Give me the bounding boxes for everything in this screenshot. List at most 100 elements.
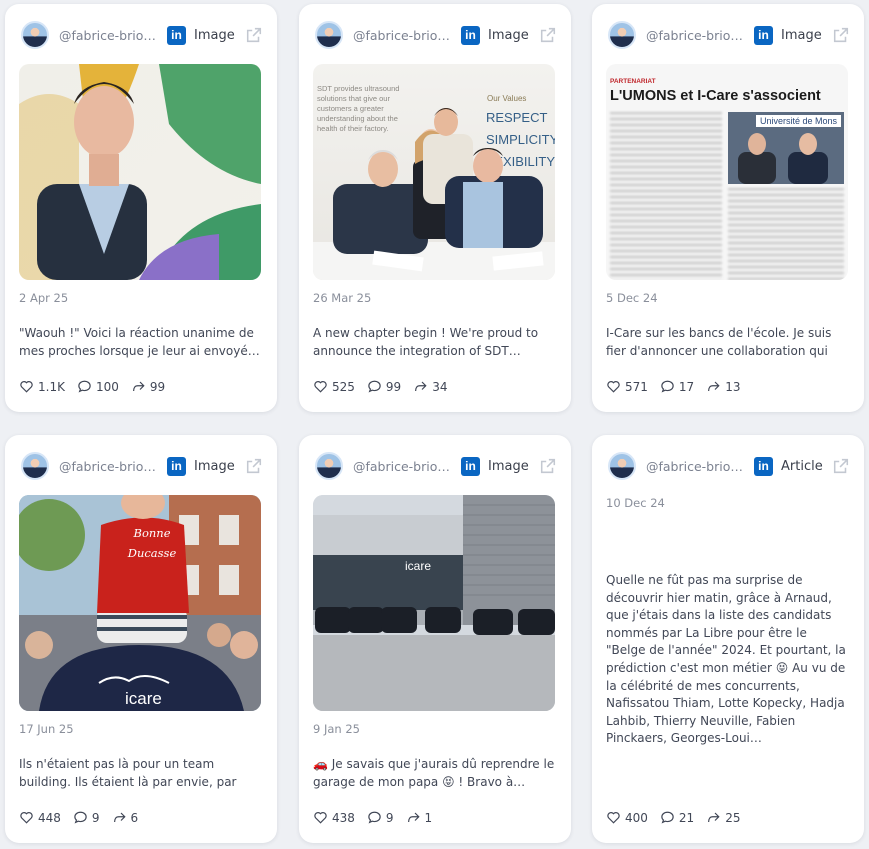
share-icon: [708, 381, 720, 392]
post-date: 26 Mar 25: [313, 291, 372, 305]
shares-count: 34: [432, 379, 448, 394]
shares-stat: 25: [706, 810, 740, 825]
avatar[interactable]: [21, 452, 49, 480]
heart-icon: [20, 812, 33, 824]
likes-count: 448: [38, 810, 61, 825]
author-handle[interactable]: @fabrice-brio…: [59, 459, 157, 474]
likes-count: 438: [332, 810, 355, 825]
shares-count: 1: [424, 810, 433, 825]
comments-count: 17: [678, 379, 695, 394]
avatar[interactable]: [315, 452, 343, 480]
card-header: @fabrice-brio… in Image: [608, 20, 850, 50]
shirt-text: Bonne Ducasse: [127, 526, 177, 560]
comments-count: 21: [678, 810, 695, 825]
comment-icon: [661, 380, 674, 393]
post-stats: 571 17 13: [606, 379, 740, 394]
card-header: @fabrice-brio… in Image: [21, 451, 263, 481]
building-sign: icare: [405, 559, 432, 573]
post-card[interactable]: @fabrice-brio… in Image Bonne Ducasse ic…: [5, 435, 277, 843]
share-icon: [407, 812, 420, 823]
post-image[interactable]: SDT provides ultrasound solutions that g…: [313, 64, 555, 280]
post-image[interactable]: [19, 64, 261, 280]
post-stats: 525 99 34: [313, 379, 447, 394]
comments-stat: 21: [660, 810, 694, 825]
comments-stat: 99: [367, 379, 401, 394]
post-text[interactable]: 🚗 Je savais que j'aurais dû reprendre le…: [313, 755, 557, 791]
heart-icon: [607, 381, 620, 393]
post-type: Image: [194, 458, 235, 474]
post-type: Image: [488, 27, 529, 43]
blurred-article-text: [610, 112, 722, 280]
shares-count: 6: [130, 810, 139, 825]
comments-stat: 9: [73, 810, 100, 825]
linkedin-icon: in: [754, 456, 773, 476]
likes-count: 1.1K: [38, 379, 65, 394]
heart-icon: [314, 381, 327, 393]
post-stats: 400 21 25: [606, 810, 740, 825]
likes-count: 571: [625, 379, 648, 394]
author-handle[interactable]: @fabrice-brio…: [646, 459, 744, 474]
comment-icon: [74, 811, 87, 824]
external-link-icon[interactable]: [539, 457, 557, 475]
avatar[interactable]: [608, 452, 636, 480]
comment-icon: [368, 380, 381, 393]
card-header: @fabrice-brio… in Article: [608, 451, 850, 481]
post-text[interactable]: Quelle ne fût pas ma surprise de découvr…: [606, 572, 850, 748]
post-card[interactable]: @fabrice-brio… in Article 10 Dec 24 Quel…: [592, 435, 864, 843]
author-handle[interactable]: @fabrice-brio…: [353, 28, 451, 43]
post-card[interactable]: @fabrice-brio… in Image SDT provides ult…: [299, 4, 571, 412]
article-photo: Université de Mons: [728, 112, 844, 184]
author-handle[interactable]: @fabrice-brio…: [353, 459, 451, 474]
shares-stat: 99: [131, 379, 165, 394]
post-stats: 448 9 6: [19, 810, 138, 825]
post-text[interactable]: Ils n'étaient pas là pour un team buildi…: [19, 755, 263, 791]
post-image[interactable]: PARTENARIAT L'UMONS et I-Care s'associen…: [606, 64, 848, 280]
post-date: 10 Dec 24: [606, 496, 665, 510]
comments-count: 9: [385, 810, 394, 825]
card-header: @fabrice-brio… in Image: [21, 20, 263, 50]
external-link-icon[interactable]: [539, 26, 557, 44]
share-icon: [415, 381, 427, 392]
shares-count: 99: [149, 379, 166, 394]
heart-icon: [20, 381, 33, 393]
post-text[interactable]: "Waouh !" Voici la réaction unanime de m…: [19, 324, 263, 360]
comment-icon: [78, 380, 91, 393]
linkedin-icon: in: [167, 456, 186, 476]
external-link-icon[interactable]: [245, 457, 263, 475]
post-card[interactable]: @fabrice-brio… in Image PARTENARIAT L'UM…: [592, 4, 864, 412]
post-date: 9 Jan 25: [313, 722, 360, 736]
comments-stat: 9: [367, 810, 394, 825]
linkedin-icon: in: [167, 25, 186, 45]
post-text[interactable]: I-Care sur les bancs de l'école. Je suis…: [606, 324, 850, 360]
avatar[interactable]: [608, 21, 636, 49]
linkedin-icon: in: [461, 456, 480, 476]
post-type: Article: [781, 458, 823, 474]
post-card[interactable]: @fabrice-brio… in Image icare 9 Jan 25 🚗…: [299, 435, 571, 843]
comments-count: 99: [385, 379, 402, 394]
shares-stat: 6: [112, 810, 139, 825]
post-date: 17 Jun 25: [19, 722, 74, 736]
external-link-icon[interactable]: [245, 26, 263, 44]
likes-stat: 400: [606, 810, 648, 825]
post-card[interactable]: @fabrice-brio… in Image 2 Apr 25 "Waouh …: [5, 4, 277, 412]
share-icon: [113, 812, 126, 823]
post-image[interactable]: icare: [313, 495, 555, 711]
comments-stat: 17: [660, 379, 694, 394]
external-link-icon[interactable]: [832, 26, 850, 44]
linkedin-icon: in: [754, 25, 773, 45]
avatar[interactable]: [21, 21, 49, 49]
post-text[interactable]: A new chapter begin ! We're proud to ann…: [313, 324, 557, 360]
shares-stat: 1: [406, 810, 433, 825]
external-link-icon[interactable]: [832, 457, 850, 475]
card-header: @fabrice-brio… in Image: [315, 20, 557, 50]
article-kicker: PARTENARIAT: [610, 78, 656, 85]
share-icon: [708, 812, 720, 823]
linkedin-icon: in: [461, 25, 480, 45]
author-handle[interactable]: @fabrice-brio…: [646, 28, 744, 43]
comment-icon: [368, 811, 381, 824]
avatar[interactable]: [315, 21, 343, 49]
shares-count: 13: [725, 379, 741, 394]
author-handle[interactable]: @fabrice-brio…: [59, 28, 157, 43]
blurred-article-text-2: [728, 188, 844, 280]
post-image[interactable]: Bonne Ducasse icare: [19, 495, 261, 711]
